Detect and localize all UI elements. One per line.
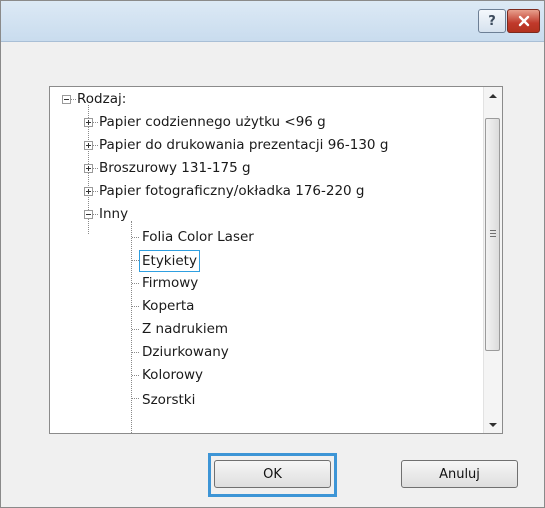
expand-icon[interactable] [84,164,93,173]
tree-item-papier-prezentacji[interactable]: Papier do drukowania prezentacji 96-130 … [99,135,388,155]
tree-connector [131,221,132,433]
tree-item-etykiety[interactable]: Etykiety [139,250,200,272]
dialog-window: ? Rodzaj: Papier codziennego użytku <96 … [0,0,545,508]
tree-item-inny[interactable]: Inny [99,204,128,224]
tree-connector [71,99,76,100]
tree-item-kolorowy[interactable]: Kolorowy [142,365,203,385]
expand-icon[interactable] [84,118,93,127]
tree-connector [93,145,98,146]
tree-item-broszurowy[interactable]: Broszurowy 131-175 g [99,158,251,178]
tree-item-z-nadrukiem[interactable]: Z nadrukiem [142,319,228,339]
tree-connector [132,283,139,284]
title-bar: ? [1,1,544,42]
expand-icon[interactable] [84,141,93,150]
tree-item-koperta[interactable]: Koperta [142,296,194,316]
grip-line [490,230,496,231]
tree-connector [132,398,139,399]
tree-connector [93,214,98,215]
scroll-up-button[interactable] [484,87,502,104]
tree-item-firmowy[interactable]: Firmowy [142,273,198,293]
ok-button[interactable]: OK [214,460,331,488]
collapse-icon[interactable] [84,210,93,219]
tree-content: Rodzaj: Papier codziennego użytku <96 g … [50,87,482,433]
tree-connector [132,306,139,307]
help-button[interactable]: ? [478,9,506,33]
tree-connector [132,329,139,330]
arrow-up-icon [489,93,497,98]
grip-line [490,233,496,234]
tree-connector [132,375,139,376]
tree-item-folia-color-laser[interactable]: Folia Color Laser [142,227,254,247]
tree-item-papier-fotograficzny[interactable]: Papier fotograficzny/okładka 176-220 g [99,181,365,201]
grip-line [490,236,496,237]
tree-connector [132,352,139,353]
help-icon: ? [488,13,496,29]
collapse-root-icon[interactable] [62,95,71,104]
tree-connector [93,191,98,192]
tree-item-papier-codziennego[interactable]: Papier codziennego użytku <96 g [99,112,326,132]
expand-icon[interactable] [84,187,93,196]
tree-connector [93,122,98,123]
tree-connector [132,260,139,261]
scroll-down-button[interactable] [484,416,502,433]
cancel-button[interactable]: Anuluj [401,460,518,488]
tree-connector [132,237,139,238]
paper-type-tree[interactable]: Rodzaj: Papier codziennego użytku <96 g … [49,86,503,434]
arrow-down-icon [489,422,497,427]
close-icon [518,15,529,27]
tree-item-szorstki[interactable]: Szorstki [142,390,195,410]
close-button[interactable] [507,9,540,33]
tree-connector [93,168,98,169]
vertical-scrollbar[interactable] [483,87,502,433]
tree-item-dziurkowany[interactable]: Dziurkowany [142,342,229,362]
tree-root-label[interactable]: Rodzaj: [77,89,126,109]
scrollbar-thumb[interactable] [485,118,500,351]
